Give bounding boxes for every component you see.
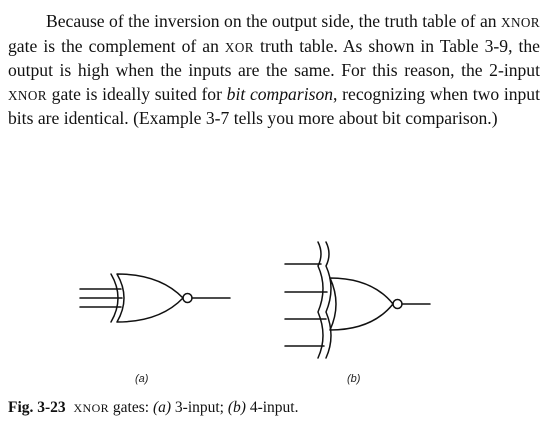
caption-part-a: (a) — [152, 399, 172, 416]
subfigure-label-a: (a) — [135, 373, 149, 385]
inversion-bubble — [182, 292, 193, 304]
text-run: gates: — [109, 399, 153, 416]
body-paragraph: Because of the inversion on the output s… — [8, 10, 540, 131]
figure-number: Fig. 3-23 — [8, 399, 66, 416]
text-run: gate is the complement of an — [8, 35, 225, 56]
xnor-gate-4-input — [284, 241, 431, 359]
gate-body — [329, 277, 394, 331]
text-run: gate is ideally suited for — [46, 83, 227, 104]
extended-input-curve-1 — [317, 241, 324, 359]
gate-diagrams — [79, 241, 431, 359]
xor-term: XOR — [224, 39, 254, 55]
extended-input-curve-2 — [325, 241, 332, 359]
text-run: 3-input; — [171, 399, 228, 416]
figure-caption: Fig. 3-23 XNOR gates: (a) 3-input; (b) 4… — [8, 398, 544, 418]
xnor-term: XNOR — [8, 87, 47, 103]
figure-xnor-gates: (a) (b) — [0, 230, 552, 395]
emphasis-bit-comparison: bit comparison — [226, 83, 334, 104]
xnor-gate-3-input — [79, 273, 231, 323]
caption-part-b: (b) — [227, 399, 246, 416]
textbook-page: Because of the inversion on the output s… — [0, 0, 552, 432]
gate-body — [116, 273, 184, 323]
subfigure-label-b: (b) — [347, 373, 361, 385]
text-run: Because of the inversion on the output s… — [46, 11, 502, 31]
xnor-term: XNOR — [73, 401, 110, 415]
text-run: 4-input. — [245, 399, 299, 416]
xnor-term: XNOR — [501, 15, 540, 30]
inversion-bubble — [392, 298, 403, 310]
